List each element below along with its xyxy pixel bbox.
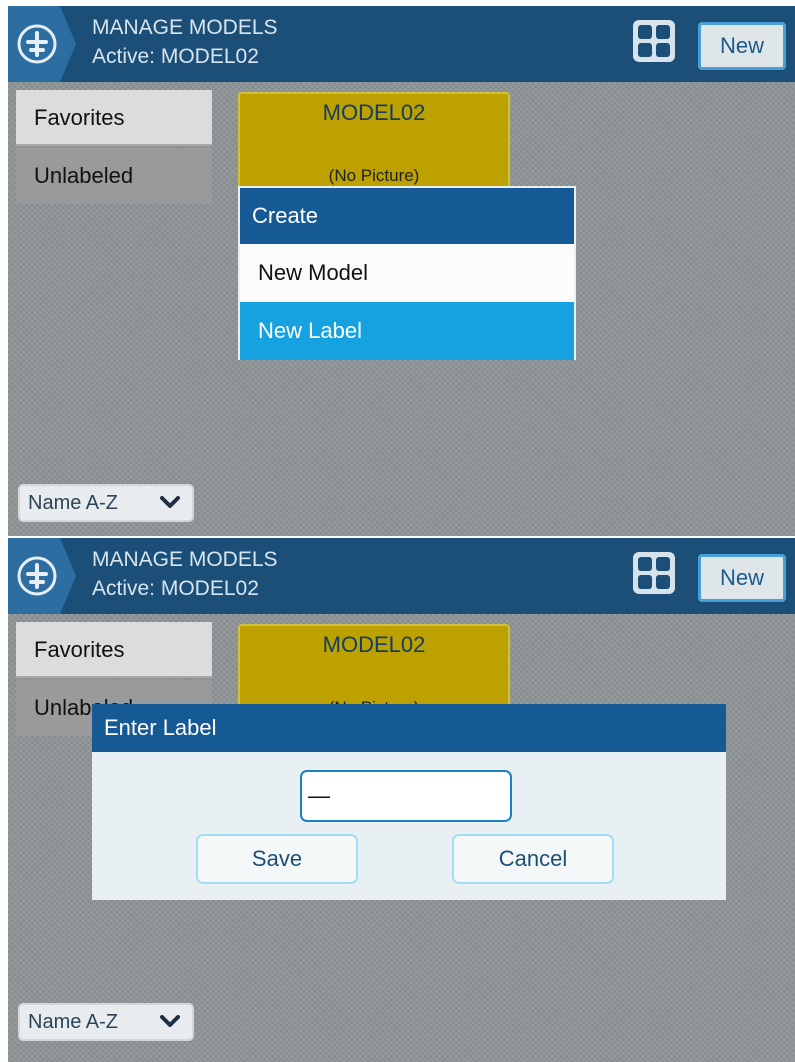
model-picture-placeholder: (No Picture): [328, 166, 420, 185]
chevron-down-icon: [160, 496, 180, 508]
dialog-title: Enter Label: [92, 704, 726, 752]
label-favorites[interactable]: Favorites: [16, 90, 212, 146]
label-name-input[interactable]: —: [300, 770, 512, 822]
page-title: MANAGE MODELS: [92, 16, 278, 39]
enter-label-dialog: Enter Label — Save Cancel: [92, 704, 726, 900]
manage-models-screen-create-menu: MANAGE MODELS Active: MODEL02 New Favori…: [8, 6, 795, 536]
menu-button[interactable]: [8, 6, 76, 82]
label-favorites[interactable]: Favorites: [16, 622, 212, 678]
new-label-menu-item[interactable]: New Label: [240, 302, 574, 360]
create-menu: Create New Model New Label: [238, 186, 576, 360]
header-bar: MANAGE MODELS Active: MODEL02 New: [8, 538, 795, 614]
sort-value: Name A-Z: [28, 492, 119, 514]
cancel-button[interactable]: Cancel: [452, 834, 614, 884]
sort-dropdown[interactable]: Name A-Z: [18, 484, 194, 522]
sort-value: Name A-Z: [28, 1011, 119, 1033]
model-name: MODEL02: [322, 632, 426, 657]
save-button[interactable]: Save: [196, 834, 358, 884]
model-name: MODEL02: [322, 100, 426, 125]
plus-circle-icon: [17, 556, 57, 596]
active-model-label: Active: MODEL02: [92, 577, 259, 600]
header-bar: MANAGE MODELS Active: MODEL02 New: [8, 6, 795, 82]
grid-view-icon[interactable]: [632, 551, 676, 595]
chevron-down-icon: [160, 1015, 180, 1027]
active-model-label: Active: MODEL02: [92, 45, 259, 68]
grid-view-icon[interactable]: [632, 19, 676, 63]
menu-button[interactable]: [8, 538, 76, 614]
new-model-menu-item[interactable]: New Model: [240, 244, 574, 302]
plus-circle-icon: [17, 24, 57, 64]
sort-dropdown[interactable]: Name A-Z: [18, 1003, 194, 1041]
new-button[interactable]: New: [698, 22, 786, 70]
manage-models-screen-enter-label: MANAGE MODELS Active: MODEL02 New Favori…: [8, 538, 795, 1062]
new-button[interactable]: New: [698, 554, 786, 602]
label-unlabeled[interactable]: Unlabeled: [16, 148, 212, 204]
create-menu-title: Create: [240, 188, 574, 244]
page-title: MANAGE MODELS: [92, 548, 278, 571]
